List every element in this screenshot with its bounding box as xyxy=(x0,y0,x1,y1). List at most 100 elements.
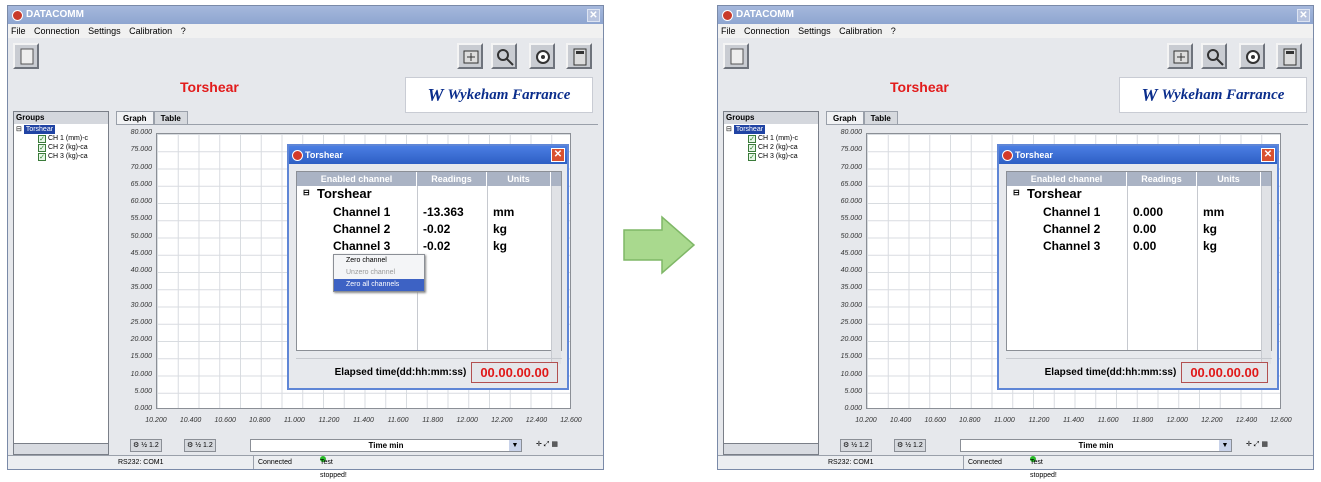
menu-settings[interactable]: Settings xyxy=(88,26,121,36)
export-button[interactable] xyxy=(457,43,483,69)
y-tick-label: 80.000 xyxy=(130,129,152,136)
y-tick-label: 75.000 xyxy=(840,146,862,154)
menu-file[interactable]: File xyxy=(721,26,736,36)
menu-connection[interactable]: Connection xyxy=(744,26,790,36)
status-divider xyxy=(963,456,964,469)
tree-channel-3[interactable]: ✓ CH 3 (kg)-ca xyxy=(748,152,816,161)
zoom-button[interactable] xyxy=(491,43,517,69)
table-row-unit: kg xyxy=(493,239,508,253)
search-button[interactable] xyxy=(1239,43,1265,69)
menu-file[interactable]: File xyxy=(11,26,26,36)
tree-root[interactable]: ⊟ Torshear xyxy=(16,125,106,134)
table-group: Torshear xyxy=(317,186,372,201)
table-row-unit: kg xyxy=(1203,222,1218,236)
tree-root[interactable]: ⊟ Torshear xyxy=(726,125,816,134)
table-row-reading: -13.363 xyxy=(423,205,464,219)
table-row-channel[interactable]: Channel 3 xyxy=(333,239,390,253)
cursor-tools[interactable]: ✛ ⤢ ▦ xyxy=(1244,439,1270,452)
menu-zero-all-channels[interactable]: Zero all channels xyxy=(334,279,424,291)
magnifier-icon xyxy=(1207,49,1224,66)
x-scale-controls[interactable]: ⚙ ½ 1.2 xyxy=(130,439,162,452)
col-units[interactable]: Units xyxy=(1197,172,1261,186)
export-button[interactable] xyxy=(1167,43,1193,69)
readings-table: Enabled channel Readings Units ⊟ Torshea… xyxy=(1006,171,1272,364)
col-enabled-channel[interactable]: Enabled channel xyxy=(297,172,417,186)
menu-connection[interactable]: Connection xyxy=(34,26,80,36)
table-row-reading: -0.02 xyxy=(423,222,451,236)
tree-channel-1[interactable]: ✓ CH 1 (mm)-c xyxy=(38,134,106,143)
x-tick-label: 10.800 xyxy=(249,417,271,424)
x-tick-label: 10.200 xyxy=(855,417,877,424)
expand-icon[interactable]: ⊟ xyxy=(1013,188,1020,197)
close-icon[interactable]: ✕ xyxy=(1261,148,1275,162)
table-row-channel[interactable]: Channel 1 xyxy=(333,205,390,219)
table-scrollbar[interactable] xyxy=(551,186,561,364)
menu-help[interactable]: ? xyxy=(181,26,186,36)
table-row-channel[interactable]: Channel 1 xyxy=(1043,205,1100,219)
table-row-channel[interactable]: Channel 2 xyxy=(333,222,390,236)
tree-channel-1[interactable]: ✓ CH 1 (mm)-c xyxy=(748,134,816,143)
status-divider xyxy=(253,456,254,469)
document-icon xyxy=(730,48,744,65)
x-scale-controls[interactable]: ⚙ ½ 1.2 xyxy=(840,439,872,452)
zoom-button[interactable] xyxy=(1201,43,1227,69)
table-row-channel[interactable]: Channel 2 xyxy=(1043,222,1100,236)
menu-calibration[interactable]: Calibration xyxy=(839,26,882,36)
tree-channel-2[interactable]: ✓ CH 2 (kg)-ca xyxy=(748,143,816,152)
table-scrollbar[interactable] xyxy=(1261,186,1271,364)
document-button[interactable] xyxy=(13,43,39,69)
tree-channel-3[interactable]: ✓ CH 3 (kg)-ca xyxy=(38,152,106,161)
y-tick-label: 10.000 xyxy=(130,370,152,378)
app-title: Torshear xyxy=(890,79,949,95)
window-title: DATACOMM xyxy=(26,9,84,20)
x-tick-label: 11.600 xyxy=(387,417,409,424)
dialog-titlebar: Torshear ✕ xyxy=(289,146,567,164)
y-scale-controls[interactable]: ⚙ ½ 1.2 xyxy=(184,439,216,452)
col-readings[interactable]: Readings xyxy=(417,172,487,186)
groups-panel: Groups ⊟ Torshear ✓ CH 1 (mm)-c ✓ CH 2 (kg… xyxy=(723,111,819,446)
elapsed-label: Elapsed time(dd:hh:mm:ss) xyxy=(1044,367,1177,378)
close-icon[interactable]: ✕ xyxy=(587,9,600,22)
x-tick-label: 11.200 xyxy=(318,417,340,424)
tab-table[interactable]: Table xyxy=(153,111,188,125)
groups-panel: Groups ⊟ Torshear ✓ CH 1 (mm)-c ✓ CH 2 (kg… xyxy=(13,111,109,446)
menu-calibration[interactable]: Calibration xyxy=(129,26,172,36)
search-button[interactable] xyxy=(529,43,555,69)
tab-graph[interactable]: Graph xyxy=(116,111,154,125)
x-tick-label: 12.000 xyxy=(1166,417,1188,424)
tree-channel-2[interactable]: ✓ CH 2 (kg)-ca xyxy=(38,143,106,152)
y-tick-label: 75.000 xyxy=(130,146,152,154)
table-row-reading: 0.00 xyxy=(1133,239,1157,253)
menu-settings[interactable]: Settings xyxy=(798,26,831,36)
calculator-button[interactable] xyxy=(566,43,592,69)
col-units[interactable]: Units xyxy=(487,172,551,186)
x-tick-label: 10.600 xyxy=(924,417,946,424)
groups-scrollbar[interactable] xyxy=(723,443,819,455)
elapsed-panel: Elapsed time(dd:hh:mm:ss) 00.00.00.00 xyxy=(1006,358,1272,386)
calculator-icon xyxy=(573,48,587,66)
tab-table[interactable]: Table xyxy=(863,111,898,125)
col-enabled-channel[interactable]: Enabled channel xyxy=(1007,172,1127,186)
y-tick-label: 60.000 xyxy=(840,198,862,205)
x-axis-selector[interactable]: Time min ▼ xyxy=(250,439,522,452)
close-icon[interactable]: ✕ xyxy=(1297,9,1310,22)
col-readings[interactable]: Readings xyxy=(1127,172,1197,186)
calculator-button[interactable] xyxy=(1276,43,1302,69)
window-titlebar: DATACOMM ✕ xyxy=(718,6,1313,24)
menu-zero-channel[interactable]: Zero channel xyxy=(334,255,424,267)
menu-bar: File Connection Settings Calibration ? xyxy=(718,24,1313,38)
groups-scrollbar[interactable] xyxy=(13,443,109,455)
x-axis-selector[interactable]: Time min ▼ xyxy=(960,439,1232,452)
export-icon xyxy=(463,50,479,64)
cursor-tools[interactable]: ✛ ⤢ ▦ xyxy=(534,439,560,452)
document-button[interactable] xyxy=(723,43,749,69)
x-tick-label: 10.400 xyxy=(889,417,912,424)
table-row-channel[interactable]: Channel 3 xyxy=(1043,239,1100,253)
tab-graph[interactable]: Graph xyxy=(826,111,864,125)
x-tick-label: 11.800 xyxy=(1132,417,1154,424)
close-icon[interactable]: ✕ xyxy=(551,148,565,162)
y-scale-controls[interactable]: ⚙ ½ 1.2 xyxy=(894,439,926,452)
table-row-reading: 0.000 xyxy=(1133,205,1164,219)
menu-help[interactable]: ? xyxy=(891,26,896,36)
expand-icon[interactable]: ⊟ xyxy=(303,188,310,197)
